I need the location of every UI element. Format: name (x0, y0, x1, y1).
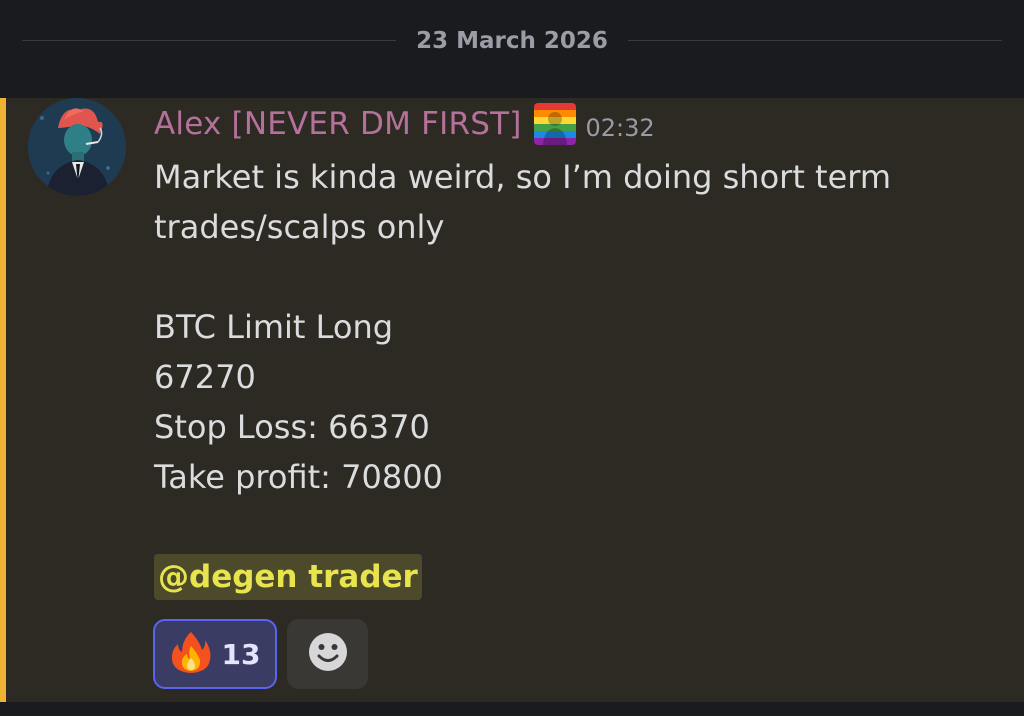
message-line-blank (154, 252, 994, 302)
reaction-count: 13 (221, 637, 261, 671)
reaction-fire-button[interactable]: 13 (153, 619, 277, 689)
avatar[interactable] (28, 98, 126, 196)
divider-line-left (22, 40, 396, 41)
message-line: Take profit: 70800 (154, 458, 443, 496)
message-line: 67270 (154, 358, 256, 396)
message-timestamp[interactable]: 02:32 (586, 113, 655, 143)
message[interactable]: Alex [NEVER DM FIRST] 02:32 Market is ki… (0, 98, 1024, 702)
message-line: BTC Limit Long (154, 308, 394, 346)
message-line: Market is kinda weird, so I’m doing shor… (154, 158, 892, 196)
bottom-separator (0, 702, 1024, 716)
message-line: Stop Loss: 66370 (154, 408, 430, 446)
chat-view: 23 March 2026 Alex [NEVER DM FIRST] 02:3… (0, 0, 1024, 716)
date-divider-text: 23 March 2026 (416, 28, 608, 54)
mention-highlight-bar (0, 98, 6, 702)
message-header: Alex [NEVER DM FIRST] 02:32 (154, 102, 655, 146)
pride-role-icon (533, 103, 576, 145)
fire-emoji-icon (170, 630, 212, 678)
add-reaction-smiley-icon (308, 632, 348, 676)
add-reaction-button[interactable] (287, 619, 368, 689)
reactions-bar: 13 (153, 619, 368, 689)
date-divider: 23 March 2026 (0, 0, 1024, 96)
message-content: Market is kinda weird, so I’m doing shor… (154, 152, 994, 502)
message-line: trades/scalps only (154, 208, 445, 246)
role-mention[interactable]: @degen trader (154, 554, 422, 600)
divider-line-right (628, 40, 1002, 41)
author-username[interactable]: Alex [NEVER DM FIRST] (154, 104, 522, 144)
